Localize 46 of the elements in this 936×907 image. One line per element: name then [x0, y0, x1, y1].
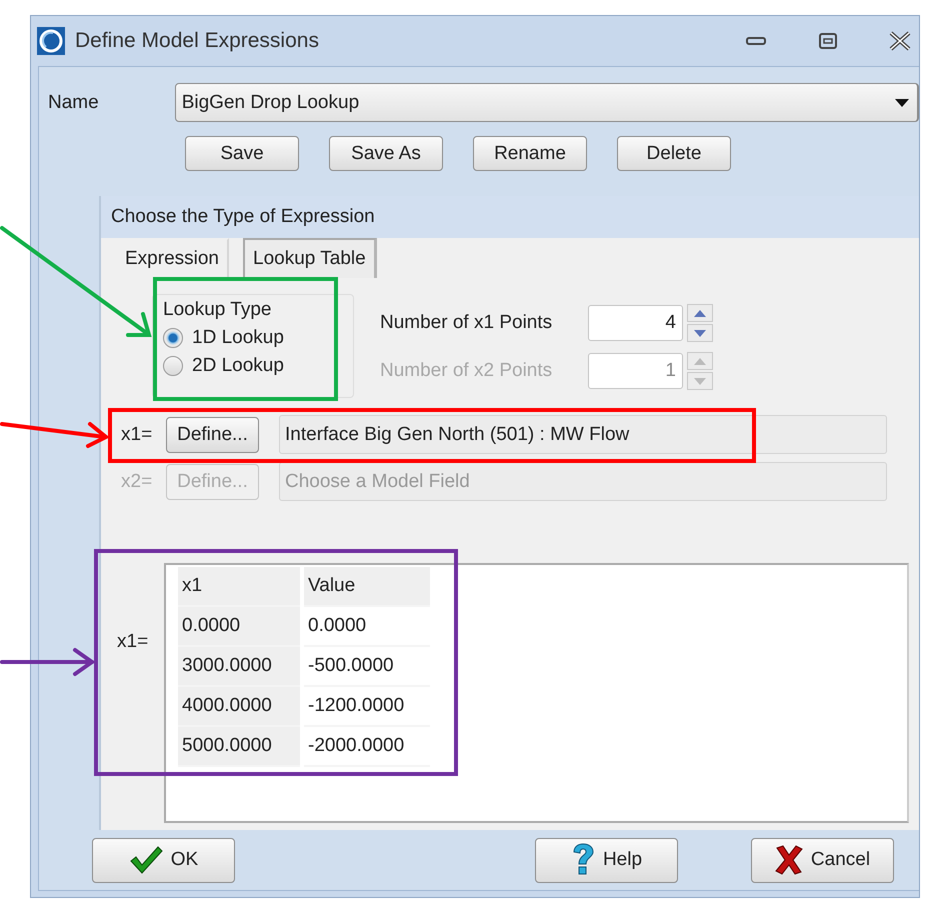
- window-title: Define Model Expressions: [75, 29, 320, 53]
- column-header: Value: [304, 567, 430, 607]
- name-dropdown[interactable]: BigGen Drop Lookup: [174, 83, 919, 122]
- radio-label: 1D Lookup: [192, 327, 284, 349]
- x-icon: [774, 845, 803, 875]
- radio-button[interactable]: [163, 356, 183, 376]
- tab[interactable]: Expression: [115, 238, 229, 278]
- variable-label: x1=: [121, 424, 154, 446]
- tab[interactable]: Lookup Table: [243, 238, 377, 278]
- points-label: Number of x1 Points: [380, 312, 554, 334]
- close-icon: [889, 31, 911, 51]
- table-cell: 5000.0000: [178, 727, 300, 767]
- action-button[interactable]: Save As: [329, 136, 443, 171]
- number-field[interactable]: 4: [588, 305, 683, 341]
- help-button[interactable]: Help: [535, 838, 678, 882]
- table-cell: 4000.0000: [178, 687, 300, 727]
- dropdown-arrow-icon: [895, 98, 909, 106]
- minimize-icon: [746, 36, 766, 46]
- ok-button[interactable]: OK: [92, 838, 235, 882]
- question-mark-icon: [570, 843, 595, 877]
- model-field[interactable]: Interface Big Gen North (501) : MW Flow: [279, 415, 887, 454]
- panel-title: Choose the Type of Expression: [101, 196, 919, 238]
- up-triangle-icon: [694, 358, 706, 364]
- action-button[interactable]: Delete: [617, 136, 731, 171]
- app-logo-icon: [37, 27, 65, 55]
- checkmark-icon: [128, 845, 163, 875]
- maximize-icon: [819, 33, 837, 49]
- radio-button[interactable]: [163, 328, 183, 348]
- table-cell: 3000.0000: [178, 647, 300, 687]
- down-triangle-icon: [694, 378, 706, 384]
- variable-label: x2=: [121, 470, 154, 492]
- radio-label: 2D Lookup: [192, 355, 284, 377]
- define-button[interactable]: Define...: [166, 416, 259, 452]
- up-triangle-icon: [694, 310, 706, 316]
- table-label: x1=: [117, 631, 150, 654]
- cancel-button[interactable]: Cancel: [751, 838, 894, 882]
- name-label: Name: [48, 92, 99, 114]
- action-button[interactable]: Save: [185, 136, 299, 171]
- table-cell: 0.0000: [178, 607, 300, 647]
- action-button[interactable]: Rename: [473, 136, 587, 171]
- spin-down-button[interactable]: [687, 324, 713, 342]
- column-header: x1: [178, 567, 300, 607]
- down-triangle-icon: [694, 330, 706, 336]
- spin-up-button[interactable]: [687, 304, 713, 322]
- group-title: Lookup Type: [163, 299, 272, 321]
- points-label: Number of x2 Points: [380, 360, 554, 382]
